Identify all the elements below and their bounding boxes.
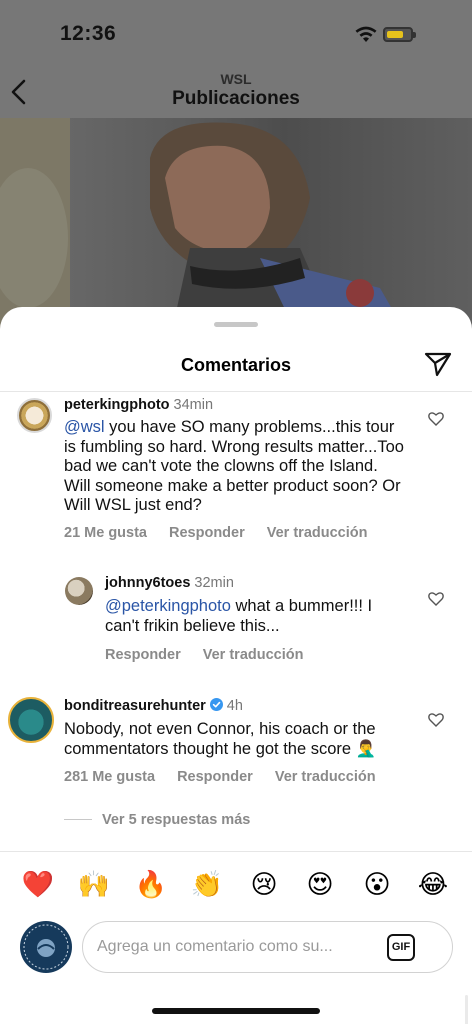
sheet-divider: [0, 391, 472, 392]
comment-text: @wsl you have SO many problems...this to…: [64, 418, 404, 516]
comment-mention[interactable]: @wsl: [64, 418, 105, 436]
battery-icon: [383, 27, 416, 42]
comment-actions: 21 Me gusta Responder Ver traducción: [64, 525, 389, 541]
comment-actions: 281 Me gusta Responder Ver traducción: [64, 769, 398, 785]
view-more-replies-button[interactable]: Ver 5 respuestas más: [64, 812, 250, 828]
sheet-title: Comentarios: [180, 355, 292, 375]
reaction-crying-icon[interactable]: 😢: [244, 867, 284, 903]
verified-badge-icon: [209, 698, 223, 711]
avatar[interactable]: [8, 697, 54, 743]
comment-body: Nobody, not even Connor, his coach or th…: [64, 720, 377, 758]
status-bar: 12:36: [0, 0, 472, 60]
like-heart-icon[interactable]: [428, 591, 444, 606]
reply-button[interactable]: Responder: [169, 525, 245, 541]
comment-username[interactable]: johnny6toes: [105, 575, 190, 591]
avatar[interactable]: [65, 577, 93, 605]
avatar[interactable]: [17, 398, 52, 433]
composer-divider: [0, 851, 472, 852]
comment-text: @peterkingphoto what a bummer!!! I can't…: [105, 597, 405, 636]
header-account: WSL: [220, 71, 252, 87]
sheet-drag-handle[interactable]: [214, 322, 258, 327]
gif-button[interactable]: GIF: [387, 934, 415, 961]
comment-likes[interactable]: 281 Me gusta: [64, 769, 155, 785]
comment-mention[interactable]: @peterkingphoto: [105, 597, 231, 615]
comment-input-box[interactable]: GIF: [82, 921, 453, 973]
comment-input[interactable]: [97, 934, 377, 960]
translate-button[interactable]: Ver traducción: [203, 647, 304, 663]
reply-button[interactable]: Responder: [105, 647, 181, 663]
comment-actions: Responder Ver traducción: [105, 647, 325, 663]
comment-text: Nobody, not even Connor, his coach or th…: [64, 720, 404, 759]
wifi-icon: [355, 26, 377, 42]
quick-reactions: ❤️ 🙌 🔥 👏 😢 😍 😮 😂: [0, 867, 472, 907]
post-background: 12:36 WSL Publicaciones: [0, 0, 472, 340]
comment-time: 32min: [194, 575, 234, 591]
reaction-heart-icon[interactable]: ❤️: [18, 867, 58, 903]
reply-button[interactable]: Responder: [177, 769, 253, 785]
like-heart-icon[interactable]: [428, 411, 444, 426]
like-heart-icon[interactable]: [428, 712, 444, 727]
comments-sheet: Comentarios peterkingphoto 34min @wsl you…: [0, 307, 472, 1024]
comment-username[interactable]: bonditreasurehunter: [64, 698, 206, 714]
reaction-heart-eyes-icon[interactable]: 😍: [300, 867, 340, 903]
reaction-clapping-icon[interactable]: 👏: [187, 867, 227, 903]
scrollbar[interactable]: [465, 995, 468, 1024]
reaction-raising-hands-icon[interactable]: 🙌: [74, 867, 114, 903]
comment-likes[interactable]: 21 Me gusta: [64, 525, 147, 541]
comment-time: 4h: [226, 698, 243, 714]
comment-time: 34min: [173, 397, 214, 413]
share-send-icon[interactable]: [424, 351, 452, 377]
more-replies-line: [64, 819, 92, 820]
home-indicator[interactable]: [152, 1008, 320, 1014]
translate-button[interactable]: Ver traducción: [267, 525, 368, 541]
more-replies-label: Ver 5 respuestas más: [102, 812, 251, 828]
current-user-avatar: [20, 921, 72, 973]
comment-header: johnny6toes 32min: [105, 575, 234, 591]
comment-header: peterkingphoto 34min: [64, 397, 213, 413]
status-time: 12:36: [60, 22, 117, 45]
translate-button[interactable]: Ver traducción: [275, 769, 376, 785]
page-title: Publicaciones: [172, 88, 300, 109]
reaction-fire-icon[interactable]: 🔥: [131, 867, 171, 903]
comment-username[interactable]: peterkingphoto: [64, 397, 170, 413]
reaction-laughing-icon[interactable]: 😂: [413, 867, 453, 903]
comment-header: bonditreasurehunter 4h: [64, 698, 243, 714]
comment-body: you have SO many problems...this tour is…: [64, 418, 404, 514]
reaction-surprised-icon[interactable]: 😮: [357, 867, 397, 903]
